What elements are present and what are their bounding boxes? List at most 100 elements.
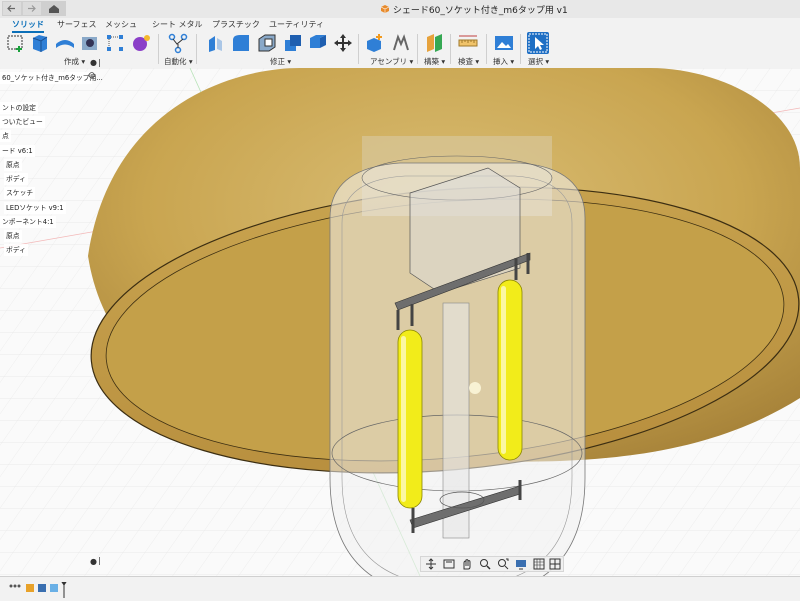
browser-item[interactable]: 原点 bbox=[4, 230, 22, 242]
browser-item[interactable]: 原点 bbox=[4, 159, 22, 171]
menu-back-button[interactable] bbox=[2, 1, 22, 16]
viewports-icon[interactable] bbox=[549, 558, 561, 570]
home-icon bbox=[49, 5, 59, 13]
group-inspect-label[interactable]: 検査 ▾ bbox=[458, 56, 479, 67]
orbit-icon[interactable] bbox=[425, 558, 437, 570]
browser-item[interactable]: ントの設定 bbox=[0, 102, 38, 114]
back-arrow-icon bbox=[7, 5, 15, 12]
create-sketch-button[interactable] bbox=[5, 32, 27, 54]
group-assemble-label[interactable]: アセンブリ ▾ bbox=[370, 56, 413, 67]
browser-item[interactable]: LEDソケット v9:1 bbox=[4, 202, 66, 214]
group-construct-label[interactable]: 構築 ▾ bbox=[424, 56, 445, 67]
measure-button[interactable] bbox=[457, 32, 479, 54]
filament-left[interactable] bbox=[397, 329, 423, 509]
browser-item[interactable]: ボディ bbox=[4, 173, 28, 185]
display-icon[interactable] bbox=[515, 558, 527, 570]
image-icon bbox=[495, 36, 513, 50]
ribbon-separator bbox=[450, 34, 451, 64]
combine-icon bbox=[285, 35, 301, 51]
align-icon bbox=[310, 35, 326, 48]
ribbon-separator bbox=[486, 34, 487, 64]
hole-button[interactable] bbox=[79, 32, 101, 54]
sketch-icon bbox=[7, 35, 23, 52]
timeline-controls[interactable] bbox=[8, 582, 68, 598]
tab-solid[interactable]: ソリッド bbox=[12, 19, 44, 33]
joint-button[interactable] bbox=[390, 32, 412, 54]
browser-item[interactable]: 点 bbox=[0, 130, 11, 142]
select-button[interactable] bbox=[527, 32, 549, 54]
home-tab[interactable] bbox=[42, 1, 66, 16]
insert-button[interactable] bbox=[493, 32, 515, 54]
collapse-panel-icon[interactable]: | bbox=[98, 58, 101, 67]
browser-item[interactable]: ード v6:1 bbox=[0, 145, 35, 157]
browser-item[interactable]: スケッチ bbox=[4, 187, 36, 199]
group-select-label[interactable]: 選択 ▾ bbox=[528, 56, 549, 67]
grid-icon[interactable] bbox=[533, 558, 545, 570]
ribbon-separator bbox=[158, 34, 159, 64]
timeline-marker[interactable] bbox=[61, 582, 67, 598]
tab-mesh[interactable]: メッシュ bbox=[105, 19, 137, 30]
fillet-icon bbox=[233, 35, 249, 51]
timeline-feature-icon[interactable] bbox=[38, 584, 46, 592]
combine-button[interactable] bbox=[282, 32, 304, 54]
browser-item[interactable]: ボディ bbox=[4, 244, 28, 256]
extrude-button[interactable] bbox=[29, 32, 51, 54]
joint-icon bbox=[393, 34, 409, 51]
record-icon[interactable]: ⊙ bbox=[88, 71, 96, 81]
canvas-viewport[interactable] bbox=[0, 68, 800, 576]
press-pull-icon bbox=[209, 36, 222, 52]
form-button[interactable] bbox=[130, 32, 152, 54]
close-panel-icon[interactable]: ● bbox=[90, 58, 97, 67]
browser-root[interactable]: 60_ソケット付き_m6タップ用... bbox=[0, 72, 103, 84]
pattern-button[interactable] bbox=[104, 32, 126, 54]
new-component-button[interactable] bbox=[364, 32, 386, 54]
new-component-icon bbox=[367, 34, 382, 52]
fillet-button[interactable] bbox=[230, 32, 252, 54]
align-button[interactable] bbox=[307, 32, 329, 54]
comments-collapse-icon[interactable]: | bbox=[98, 556, 101, 565]
tab-plastic[interactable]: プラスチック bbox=[212, 19, 260, 30]
browser-item[interactable]: ついたビュー bbox=[0, 116, 45, 128]
group-insert-label[interactable]: 挿入 ▾ bbox=[493, 56, 514, 67]
zoom-icon[interactable] bbox=[479, 558, 491, 570]
offset-plane-button[interactable] bbox=[424, 32, 446, 54]
cube-icon bbox=[380, 5, 390, 13]
group-automate-label[interactable]: 自動化 ▾ bbox=[164, 56, 193, 67]
group-modify-label[interactable]: 修正 ▾ bbox=[270, 56, 291, 67]
tab-surface[interactable]: サーフェス bbox=[57, 19, 97, 30]
revolve-button[interactable] bbox=[54, 32, 76, 54]
revolve-icon bbox=[56, 40, 74, 48]
move-icon bbox=[334, 34, 352, 52]
fit-icon[interactable] bbox=[497, 558, 509, 570]
timeline-component-icon[interactable] bbox=[26, 584, 34, 592]
ribbon-separator bbox=[196, 34, 197, 64]
timeline-feature-icon[interactable] bbox=[50, 584, 58, 592]
hole-icon bbox=[82, 37, 97, 50]
tab-utility[interactable]: ユーティリティ bbox=[269, 19, 324, 30]
extrude-icon bbox=[32, 35, 48, 52]
browser-item[interactable]: ンポーネント4:1 bbox=[0, 216, 56, 228]
menu-forward-button[interactable] bbox=[22, 1, 42, 16]
press-pull-button[interactable] bbox=[205, 32, 227, 54]
automate-button[interactable] bbox=[167, 32, 189, 54]
comments-close-icon[interactable]: ● bbox=[90, 557, 97, 566]
ribbon-separator bbox=[417, 34, 418, 64]
tab-sheet-metal[interactable]: シート メタル bbox=[152, 19, 203, 30]
document-title-text: シェード60_ソケット付き_m6タップ用 v1 bbox=[392, 6, 568, 16]
look-at-icon[interactable] bbox=[443, 558, 455, 570]
pattern-icon bbox=[107, 35, 123, 51]
filament-right[interactable] bbox=[497, 279, 523, 461]
timeline-bar bbox=[0, 576, 800, 601]
forward-arrow-icon bbox=[28, 5, 36, 12]
plane-icon bbox=[427, 34, 442, 52]
timeline-dot bbox=[9, 584, 13, 588]
3d-scene[interactable] bbox=[0, 68, 800, 576]
ribbon-separator bbox=[358, 34, 359, 64]
document-title: シェード60_ソケット付き_m6タップ用 v1 bbox=[380, 3, 568, 16]
move-button[interactable] bbox=[332, 32, 354, 54]
group-create-label[interactable]: 作成 ▾ bbox=[64, 56, 85, 67]
automate-icon bbox=[168, 33, 188, 54]
form-icon bbox=[133, 35, 150, 51]
shell-button[interactable] bbox=[256, 32, 278, 54]
pan-icon[interactable] bbox=[461, 558, 473, 570]
